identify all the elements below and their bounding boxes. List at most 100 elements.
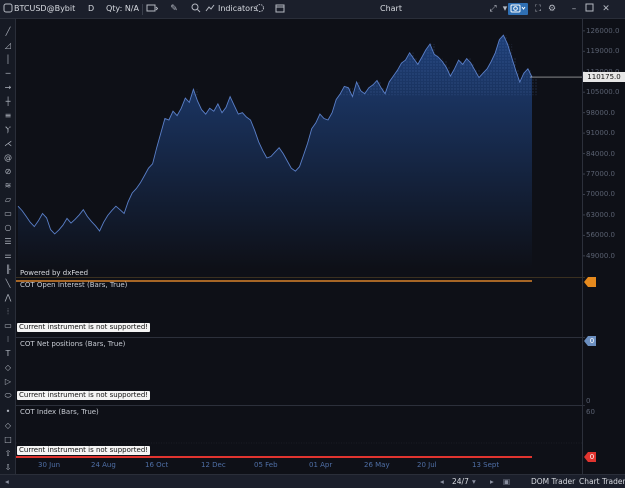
- fullscreen-icon[interactable]: ⛶: [532, 3, 544, 15]
- indicators-icon[interactable]: [204, 3, 216, 15]
- circle-tool-icon[interactable]: ○: [2, 222, 14, 233]
- expand-icon[interactable]: ⤢: [487, 3, 499, 15]
- index-axis-badge: 0: [588, 452, 596, 462]
- rectangle-tool-icon[interactable]: ▭: [2, 208, 14, 219]
- time-axis-tick-label: 05 Feb: [254, 461, 278, 469]
- zoom-icon[interactable]: [190, 3, 202, 15]
- fibonacci-tool-icon[interactable]: ☰: [2, 236, 14, 247]
- fork-tool-icon[interactable]: Ⲩ: [2, 124, 14, 135]
- chart-bottom-bar: ◂ ◂ 24/7 ▾ ▸ ▣ DOM Trader Chart Trader: [0, 474, 625, 488]
- close-icon[interactable]: ✕: [600, 3, 612, 15]
- session-selector[interactable]: 24/7: [452, 477, 469, 486]
- symbol-link-icon[interactable]: [2, 3, 14, 15]
- cot-index-pane-title[interactable]: COT Index (Bars, True): [20, 408, 99, 416]
- time-axis-tick-label: 24 Aug: [91, 461, 116, 469]
- toolbar-separator: [142, 4, 143, 15]
- ellipse-tool-icon[interactable]: ⬭: [2, 390, 14, 401]
- zigzag-tool-icon[interactable]: ⋀: [2, 292, 14, 303]
- diamond-tool-icon[interactable]: ◇: [2, 420, 14, 431]
- label-tool-icon[interactable]: ◇: [2, 362, 14, 373]
- waves-tool-icon[interactable]: ≋: [2, 180, 14, 191]
- pane-divider-2[interactable]: [16, 337, 585, 338]
- maximize-icon[interactable]: [583, 3, 595, 15]
- vertical-line-tool-icon[interactable]: │: [2, 54, 14, 65]
- fib-extension-tool-icon[interactable]: ⚌: [2, 250, 14, 261]
- fan-tool-icon[interactable]: ⋌: [2, 138, 14, 149]
- index-not-supported-message: Current instrument is not supported!: [17, 446, 151, 455]
- price-axis-tick-label: 70000.0: [586, 190, 615, 199]
- ray-tool-icon[interactable]: ◿: [2, 40, 14, 51]
- oi-not-supported-message: Current instrument is not supported!: [17, 323, 151, 332]
- scroll-left-icon[interactable]: ◂: [5, 477, 9, 486]
- elliott-wave-tool-icon[interactable]: ╲: [2, 278, 14, 289]
- index-axis-top-label: 60: [586, 408, 595, 416]
- cross-line-tool-icon[interactable]: ┼: [2, 96, 14, 107]
- chart-type-icon[interactable]: [146, 3, 159, 15]
- dom-trader-button[interactable]: DOM Trader: [531, 477, 575, 486]
- price-axis-tick-label: 105000.0: [586, 88, 620, 97]
- oi-pane-title[interactable]: COT Open Interest (Bars, True): [20, 281, 127, 289]
- powered-by-label: Powered by dxFeed: [20, 269, 89, 277]
- text-tool-icon[interactable]: T: [2, 348, 14, 359]
- price-axis-tick-label: 63000.0: [586, 210, 615, 219]
- time-axis-tick-label: 13 Sept: [472, 461, 500, 469]
- drawing-tools-sidebar: ╱ ◿ │ ─ → ┼ ≡ Ⲩ ⋌ @ ⊘ ≋ ▱ ▭ ○ ☰ ⚌ ╟ ╲ ⋀ …: [0, 19, 16, 474]
- pane-divider-1[interactable]: [16, 277, 585, 278]
- trend-line-tool-icon[interactable]: ╱: [2, 26, 14, 37]
- last-price-badge: 110175.0: [583, 72, 625, 83]
- channel-tool-icon[interactable]: ≡: [2, 110, 14, 121]
- pane-divider-3[interactable]: [16, 405, 585, 406]
- symbol-selector[interactable]: BTCUSD@Bybit: [14, 4, 75, 13]
- horizontal-line-tool-icon[interactable]: ─: [2, 68, 14, 79]
- regression-tool-icon[interactable]: ⦙: [2, 306, 14, 317]
- chart-trader-button[interactable]: Chart Trader: [579, 477, 625, 486]
- timeframe-selector[interactable]: D: [88, 4, 94, 13]
- price-axis-tick-label: 98000.0: [586, 108, 615, 117]
- price-axis-tick-label: 119000.0: [586, 47, 620, 56]
- price-axis-separator: [582, 19, 583, 474]
- square-tool-icon[interactable]: □: [2, 434, 14, 445]
- arrow-up-tool-icon[interactable]: ⇧: [2, 448, 14, 459]
- parallel-channel-tool-icon[interactable]: ▱: [2, 194, 14, 205]
- calendar-icon[interactable]: ▣: [503, 477, 510, 486]
- minimize-icon[interactable]: –: [568, 3, 580, 15]
- indicators-button[interactable]: Indicators: [218, 4, 258, 13]
- net-not-supported-message: Current instrument is not supported!: [17, 391, 151, 400]
- price-axis-tick-label: 56000.0: [586, 231, 615, 240]
- price-area-dots: [193, 35, 537, 96]
- ruler-tool-icon[interactable]: ⊘: [2, 166, 14, 177]
- drawing-pencil-icon[interactable]: ✎: [168, 3, 180, 15]
- time-axis-tick-label: 01 Apr: [309, 461, 333, 469]
- templates-icon[interactable]: [274, 3, 286, 15]
- window-title: Chart: [380, 4, 402, 13]
- time-axis-tick-label: 12 Dec: [201, 461, 226, 469]
- callout-tool-icon[interactable]: ▷: [2, 376, 14, 387]
- chart-toolbar: BTCUSD@Bybit D Qty: N/A ✎ Indicators Cha…: [0, 0, 625, 19]
- range-tool-icon[interactable]: ▭: [2, 320, 14, 331]
- settings-gear-icon[interactable]: ⚙: [546, 3, 558, 15]
- quantity-selector[interactable]: Qty: N/A: [106, 4, 139, 13]
- time-axis-tick-label: 30 Jun: [38, 461, 61, 469]
- arrow-tool-icon[interactable]: →: [2, 82, 14, 93]
- dot-tool-icon[interactable]: •: [2, 406, 14, 417]
- session-chevron-icon[interactable]: ▾: [472, 477, 476, 486]
- crosshair-icon[interactable]: [254, 3, 266, 15]
- price-range-tool-icon[interactable]: ⁝: [2, 334, 14, 345]
- net-positions-pane-title[interactable]: COT Net positions (Bars, True): [20, 340, 125, 348]
- net-axis-zero-label: 0: [586, 397, 591, 405]
- gann-tool-icon[interactable]: ╟: [2, 264, 14, 275]
- price-axis-tick-label: 126000.0: [586, 26, 620, 35]
- time-axis-tick-label: 20 Jul: [417, 461, 437, 469]
- price-axis-tick-label: 77000.0: [586, 170, 615, 179]
- time-axis-tick-label: 16 Oct: [145, 461, 169, 469]
- arrow-down-tool-icon[interactable]: ⇩: [2, 462, 14, 473]
- spiral-tool-icon[interactable]: @: [2, 152, 14, 163]
- session-left-icon[interactable]: ◂: [440, 477, 444, 486]
- price-axis-tick-label: 84000.0: [586, 149, 615, 158]
- scroll-right-icon[interactable]: ▸: [490, 477, 494, 486]
- oi-axis-badge: [588, 277, 596, 287]
- price-axis-tick-label: 49000.0: [586, 251, 615, 260]
- camera-icon[interactable]: [508, 3, 528, 15]
- time-axis-tick-label: 26 May: [364, 461, 390, 469]
- price-axis-tick-label: 91000.0: [586, 129, 615, 138]
